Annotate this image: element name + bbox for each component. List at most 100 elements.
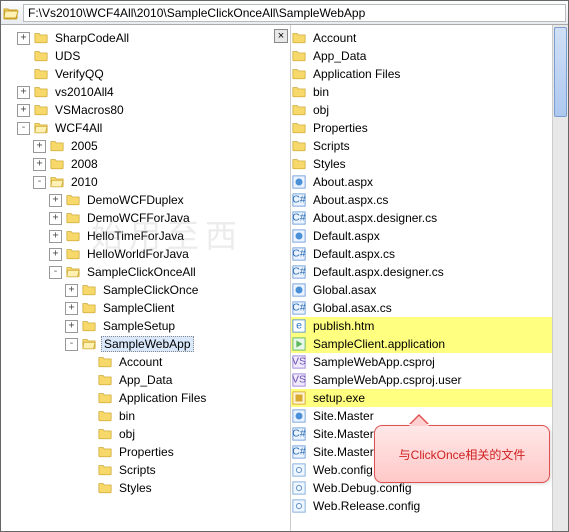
- file-item[interactable]: Site.Master: [291, 407, 568, 425]
- file-item[interactable]: Default.aspx: [291, 227, 568, 245]
- folder-icon: [97, 481, 113, 495]
- folder-icon: [291, 121, 307, 135]
- tree-node[interactable]: Account: [1, 353, 290, 371]
- file-item[interactable]: App_Data: [291, 47, 568, 65]
- file-list[interactable]: AccountApp_DataApplication Filesbinobj Pr…: [291, 25, 568, 531]
- file-item[interactable]: Scripts: [291, 137, 568, 155]
- cs-icon: C#: [291, 427, 307, 441]
- tree-node[interactable]: +SampleClient: [1, 299, 290, 317]
- file-item[interactable]: bin: [291, 83, 568, 101]
- address-bar: [1, 1, 568, 25]
- tree-node[interactable]: +SampleClickOnce: [1, 281, 290, 299]
- file-item[interactable]: obj: [291, 101, 568, 119]
- tree-node[interactable]: obj: [1, 425, 290, 443]
- tree-node[interactable]: - 2010: [1, 173, 290, 191]
- expand-icon[interactable]: +: [17, 86, 30, 99]
- expand-icon[interactable]: +: [33, 140, 46, 153]
- tree-label: SampleClickOnceAll: [85, 265, 198, 279]
- file-item[interactable]: C#About.aspx.designer.cs: [291, 209, 568, 227]
- tree-node[interactable]: + HelloWorldForJava: [1, 245, 290, 263]
- file-item[interactable]: SampleClient.application: [291, 335, 568, 353]
- close-tab-icon[interactable]: ×: [274, 29, 288, 43]
- tree-node[interactable]: + SharpCodeAll: [1, 29, 290, 47]
- tree-node[interactable]: +2005: [1, 137, 290, 155]
- tree-node[interactable]: - SampleClickOnceAll: [1, 263, 290, 281]
- file-item[interactable]: setup.exe: [291, 389, 568, 407]
- tree-label: Application Files: [117, 391, 208, 405]
- expand-icon[interactable]: +: [65, 284, 78, 297]
- tree-node[interactable]: App_Data: [1, 371, 290, 389]
- file-item[interactable]: Account: [291, 29, 568, 47]
- expand-icon[interactable]: +: [65, 302, 78, 315]
- collapse-icon[interactable]: -: [33, 176, 46, 189]
- file-item[interactable]: epublish.htm: [291, 317, 568, 335]
- file-label: Web.config: [311, 463, 375, 477]
- file-item[interactable]: C#About.aspx.cs: [291, 191, 568, 209]
- folder-open-icon: [49, 175, 65, 189]
- scrollbar[interactable]: [552, 25, 568, 531]
- file-item[interactable]: C#Global.asax.cs: [291, 299, 568, 317]
- tree-label: VerifyQQ: [53, 67, 106, 81]
- folder-icon: [49, 139, 65, 153]
- tree-node[interactable]: +DemoWCFDuplex: [1, 191, 290, 209]
- file-item[interactable]: Properties: [291, 119, 568, 137]
- tree-node[interactable]: +vs2010All4: [1, 83, 290, 101]
- svg-text:C#: C#: [292, 194, 306, 206]
- tree-node[interactable]: +DemoWCFForJava: [1, 209, 290, 227]
- folder-tree[interactable]: × + SharpCodeAll UDS VerifyQQ +vs2010All4+VS…: [1, 25, 291, 531]
- expand-icon[interactable]: +: [49, 230, 62, 243]
- file-item[interactable]: C#Default.aspx.cs: [291, 245, 568, 263]
- file-label: Default.aspx: [311, 229, 382, 243]
- file-item[interactable]: VSSampleWebApp.csproj.user: [291, 371, 568, 389]
- expand-icon[interactable]: +: [49, 194, 62, 207]
- tree-node[interactable]: Application Files: [1, 389, 290, 407]
- folder-open-icon: [3, 5, 19, 21]
- tree-node[interactable]: UDS: [1, 47, 290, 65]
- folder-icon: [81, 283, 97, 297]
- tree-node[interactable]: +HelloTimeForJava: [1, 227, 290, 245]
- file-item[interactable]: Web.Release.config: [291, 497, 568, 515]
- file-item[interactable]: Global.asax: [291, 281, 568, 299]
- tree-node[interactable]: -SampleWebApp: [1, 335, 290, 353]
- scrollbar-thumb[interactable]: [554, 27, 567, 117]
- annotation-callout: 与ClickOnce相关的文件: [374, 425, 550, 483]
- file-label: Properties: [311, 121, 370, 135]
- tree-node[interactable]: +VSMacros80: [1, 101, 290, 119]
- tree-node[interactable]: Properties: [1, 443, 290, 461]
- expand-icon[interactable]: +: [33, 158, 46, 171]
- tree-label: 2010: [69, 175, 100, 189]
- expand-icon[interactable]: +: [49, 248, 62, 261]
- expand-icon[interactable]: +: [17, 32, 30, 45]
- tree-node[interactable]: bin: [1, 407, 290, 425]
- collapse-icon[interactable]: -: [65, 338, 78, 351]
- collapse-icon[interactable]: -: [49, 266, 62, 279]
- expand-icon[interactable]: +: [49, 212, 62, 225]
- master-icon: [291, 409, 307, 423]
- tree-node[interactable]: +SampleSetup: [1, 317, 290, 335]
- path-input[interactable]: [23, 4, 566, 22]
- expand-icon[interactable]: +: [17, 104, 30, 117]
- tree-node[interactable]: -WCF4All: [1, 119, 290, 137]
- file-item[interactable]: VSSampleWebApp.csproj: [291, 353, 568, 371]
- file-item[interactable]: Application Files: [291, 65, 568, 83]
- tree-node[interactable]: Styles: [1, 479, 290, 497]
- file-item[interactable]: Styles: [291, 155, 568, 173]
- file-item[interactable]: C#Default.aspx.designer.cs: [291, 263, 568, 281]
- tree-node[interactable]: VerifyQQ: [1, 65, 290, 83]
- collapse-icon[interactable]: -: [17, 122, 30, 135]
- file-item[interactable]: About.aspx: [291, 173, 568, 191]
- folder-open-icon: [81, 337, 97, 351]
- htm-icon: e: [291, 319, 307, 333]
- expand-icon[interactable]: +: [65, 320, 78, 333]
- tree-node[interactable]: Scripts: [1, 461, 290, 479]
- tree-label: 2005: [69, 139, 100, 153]
- tree-node[interactable]: +2008: [1, 155, 290, 173]
- cs-icon: C#: [291, 193, 307, 207]
- asax-icon: [291, 283, 307, 297]
- folder-icon: [97, 409, 113, 423]
- tree-label: HelloWorldForJava: [85, 247, 191, 261]
- tree-spacer: [81, 410, 94, 423]
- folder-icon: [65, 247, 81, 261]
- tree-label: SharpCodeAll: [53, 31, 131, 45]
- tree-spacer: [81, 392, 94, 405]
